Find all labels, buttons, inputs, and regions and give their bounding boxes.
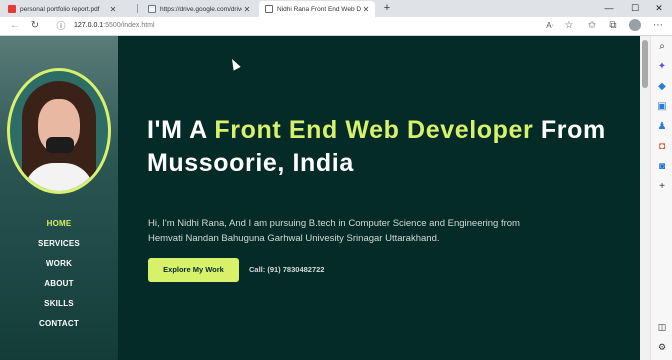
profile-icon[interactable] bbox=[629, 19, 641, 31]
close-window-button[interactable]: ✕ bbox=[646, 0, 672, 17]
tab-pdf[interactable]: personal portfolio report.pdf ✕ bbox=[2, 1, 122, 17]
search-icon[interactable]: ⌕ bbox=[655, 40, 669, 54]
scroll-thumb[interactable] bbox=[642, 40, 648, 88]
explore-work-button[interactable]: Explore My Work bbox=[148, 258, 239, 282]
refresh-icon[interactable]: ↻ bbox=[28, 19, 42, 33]
url-path: :5500/index.html bbox=[103, 22, 155, 29]
headline-start: I'M A bbox=[147, 116, 215, 144]
pdf-icon bbox=[8, 5, 16, 13]
minimize-button[interactable]: — bbox=[596, 0, 622, 17]
edge-side-panel: ⌕ ✦ ◆ ▣ ♟ ◘ ◙ + ◫ ⚙ bbox=[650, 36, 672, 360]
close-icon[interactable]: ✕ bbox=[242, 5, 252, 14]
headline-highlight: Front End Web Developer bbox=[214, 116, 534, 144]
more-menu-icon[interactable]: ⋯ bbox=[651, 19, 665, 33]
hero-section: I'M A Front End Web Developer From Musso… bbox=[118, 36, 640, 360]
add-icon[interactable]: + bbox=[655, 180, 669, 194]
call-link[interactable]: Call: (91) 7830482722 bbox=[249, 258, 324, 282]
nav-contact[interactable]: CONTACT bbox=[0, 314, 118, 334]
nav-skills[interactable]: SKILLS bbox=[0, 294, 118, 314]
sidebar: HOME SERVICES WORK ABOUT SKILLS CONTACT bbox=[0, 36, 118, 360]
tab-title: https://drive.google.com/drive/... bbox=[160, 5, 242, 13]
tools-briefcase-icon[interactable]: ▣ bbox=[655, 100, 669, 114]
nav-home[interactable]: HOME bbox=[0, 214, 118, 234]
back-icon[interactable]: ← bbox=[8, 19, 22, 33]
sidebar-nav: HOME SERVICES WORK ABOUT SKILLS CONTACT bbox=[0, 214, 118, 334]
info-icon[interactable]: ⓘ bbox=[54, 19, 68, 33]
outlook-icon[interactable]: ◙ bbox=[655, 160, 669, 174]
tab-title: personal portfolio report.pdf bbox=[20, 5, 100, 13]
favorites-icon[interactable]: ✩ bbox=[585, 19, 599, 33]
tab-drive[interactable]: https://drive.google.com/drive/... ✕ bbox=[142, 1, 256, 17]
page-viewport: HOME SERVICES WORK ABOUT SKILLS CONTACT … bbox=[0, 36, 640, 360]
maximize-button[interactable]: ☐ bbox=[622, 0, 648, 17]
sidebar-toggle-icon[interactable]: ◫ bbox=[655, 320, 669, 334]
nav-about[interactable]: ABOUT bbox=[0, 274, 118, 294]
office-icon[interactable]: ◘ bbox=[655, 140, 669, 154]
url-host: 127.0.0.1 bbox=[74, 22, 104, 29]
tab-title: Nidhi Rana Front End Web Developer bbox=[277, 5, 361, 13]
copilot-sparkle-icon[interactable]: ✦ bbox=[655, 60, 669, 74]
tab-strip: personal portfolio report.pdf ✕ https://… bbox=[0, 0, 672, 17]
tab-separator bbox=[137, 4, 138, 13]
nav-work[interactable]: WORK bbox=[0, 254, 118, 274]
browser-toolbar: ← ↻ ⓘ 127.0.0.1:5500/index.html Aᐧ ☆ ✩ ⧉… bbox=[0, 17, 672, 36]
shopping-tag-icon[interactable]: ◆ bbox=[655, 80, 669, 94]
new-tab-button[interactable]: + bbox=[381, 1, 393, 15]
close-icon[interactable]: ✕ bbox=[108, 5, 118, 14]
favorite-star-icon[interactable]: ☆ bbox=[562, 19, 576, 33]
hero-headline: I'M A Front End Web Developer From Musso… bbox=[147, 114, 617, 180]
page-scrollbar[interactable] bbox=[640, 36, 650, 360]
profile-photo bbox=[7, 68, 111, 194]
settings-gear-icon[interactable]: ⚙ bbox=[655, 340, 669, 354]
drive-icon bbox=[148, 5, 156, 13]
collections-icon[interactable]: ⧉ bbox=[606, 19, 620, 33]
page-icon bbox=[265, 5, 273, 13]
person-icon[interactable]: ♟ bbox=[655, 120, 669, 134]
nav-services[interactable]: SERVICES bbox=[0, 234, 118, 254]
photo-mask bbox=[46, 137, 74, 153]
close-icon[interactable]: ✕ bbox=[361, 5, 371, 14]
tab-portfolio[interactable]: Nidhi Rana Front End Web Developer ✕ bbox=[259, 1, 375, 17]
address-bar[interactable]: 127.0.0.1:5500/index.html bbox=[74, 20, 155, 32]
hero-intro: Hi, I'm Nidhi Rana, And I am pursuing B.… bbox=[148, 218, 520, 244]
read-aloud-icon[interactable]: Aᐧ bbox=[543, 19, 557, 33]
